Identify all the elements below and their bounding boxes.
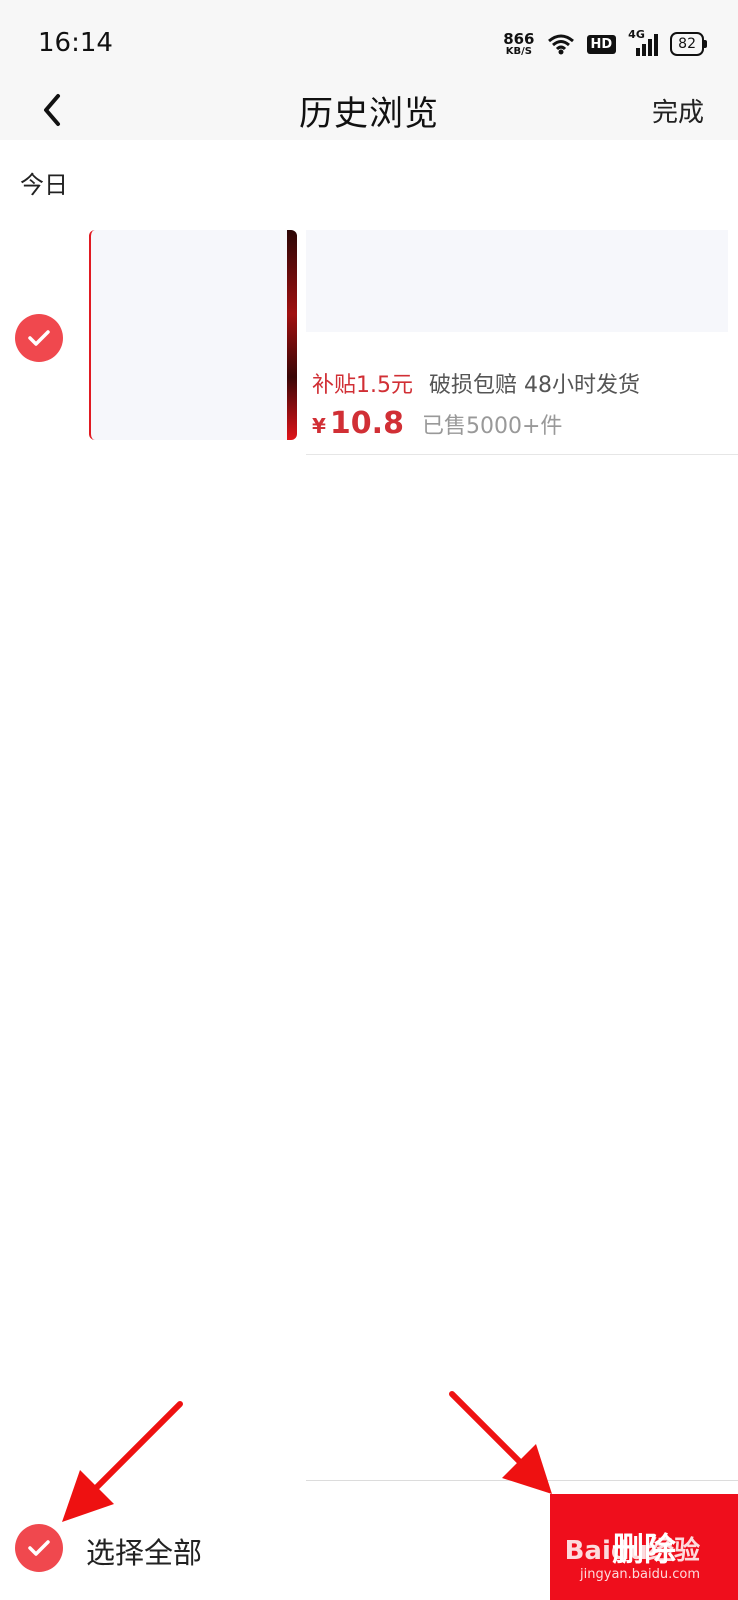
product-tags: 补贴1.5元 破损包赔 48小时发货 [312,367,640,399]
hd-voice-badge: HD [586,34,617,54]
select-all-checkbox[interactable] [15,1524,63,1572]
price-row: ¥ 10.8 已售5000+件 [312,406,562,441]
product-price: 10.8 [329,406,404,441]
product-title-placeholder[interactable] [306,230,728,332]
item-select-checkbox[interactable] [15,314,63,362]
sold-count: 已售5000+件 [421,414,563,439]
status-time: 16:14 [38,28,113,58]
network-speed-value: 866 [503,29,535,48]
watermark-url: jingyan.baidu.com [580,1567,700,1582]
product-thumbnail[interactable] [89,230,297,440]
signal-icon: 4G [628,28,659,56]
currency-symbol: ¥ [312,414,326,438]
thumbnail-image-edge [287,230,297,440]
section-date-label: 今日 [20,171,68,199]
bottom-bar-divider [306,1480,738,1481]
done-button[interactable]: 完成 [652,92,704,129]
status-icons: 866 KB/S HD 4G 82 [503,28,707,60]
service-tags: 破损包赔 48小时发货 [429,373,640,398]
checkmark-icon [28,1540,50,1556]
battery-icon: 82 [670,32,707,56]
watermark-brand: Baidu经验 [564,1536,700,1566]
nav-bar: 历史浏览 完成 [0,80,738,140]
item-divider [306,454,738,455]
page-title: 历史浏览 [299,94,439,134]
wifi-icon [547,34,574,55]
status-bar: 16:14 866 KB/S HD 4G 82 [0,0,738,80]
subsidy-tag: 补贴1.5元 [312,373,413,398]
select-all-label[interactable]: 选择全部 [86,1530,202,1572]
network-speed-unit: KB/S [505,45,532,57]
checkmark-icon [28,330,50,346]
baidu-watermark: Baidu经验 jingyan.baidu.com [565,1530,700,1582]
network-speed-indicator: 866 KB/S [503,29,535,57]
